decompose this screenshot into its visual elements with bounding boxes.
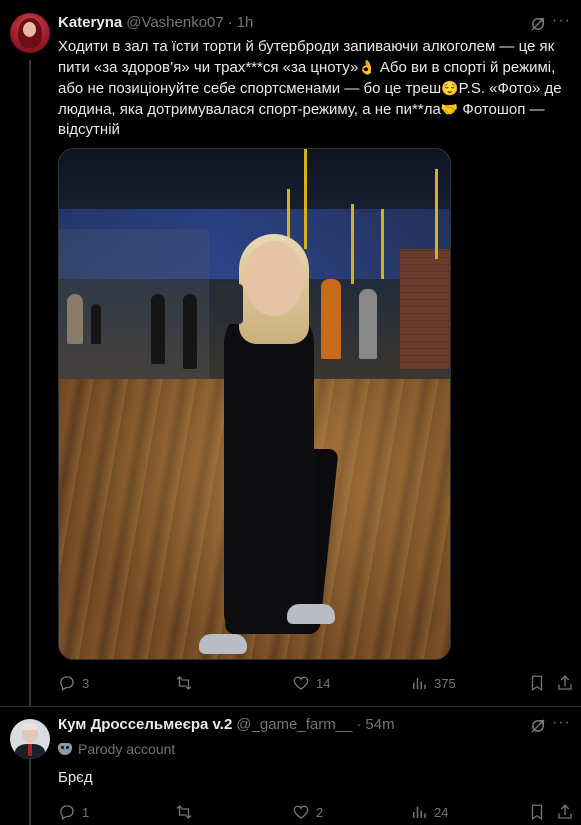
author-name[interactable]: Kateryna — [58, 14, 122, 31]
share-button[interactable] — [556, 674, 574, 692]
retweet-button[interactable] — [175, 803, 193, 821]
like-count: 14 — [316, 675, 331, 691]
tweet-text: Брєд — [58, 769, 93, 786]
author-handle[interactable]: @Vashenko07 — [126, 14, 224, 31]
parody-label: Parody account — [58, 741, 175, 757]
heart-icon — [293, 805, 309, 819]
share-icon — [558, 804, 572, 819]
more-options-button[interactable]: ··· — [552, 12, 571, 30]
timestamp[interactable]: 54m — [365, 716, 394, 733]
heart-icon — [293, 676, 309, 690]
separator-dot: · — [356, 716, 362, 733]
like-count: 2 — [316, 804, 324, 820]
views-icon — [413, 677, 426, 689]
tweet-header: Кум Дроссельмеєра v.2 @_game_farm__ · 54… — [58, 716, 395, 733]
views-count: 24 — [434, 804, 449, 820]
author-name[interactable]: Кум Дроссельмеєра v.2 — [58, 716, 232, 733]
reply-count: 3 — [82, 675, 90, 691]
views-button[interactable]: 24 — [410, 803, 448, 821]
share-icon — [558, 675, 572, 690]
bookmark-icon — [531, 675, 543, 692]
tweet[interactable]: Kateryna @Vashenko07 · 1h ··· Ходити в з… — [0, 0, 581, 706]
grok-icon[interactable] — [529, 15, 547, 33]
retweet-icon — [176, 676, 192, 690]
reply-button[interactable]: 3 — [58, 674, 89, 692]
reply-icon — [60, 805, 74, 820]
tweet-actions: 3 14 375 — [58, 673, 574, 693]
ok-hand-emoji: 👌 — [358, 59, 376, 75]
bookmark-icon — [531, 804, 543, 821]
thread-line — [29, 60, 31, 706]
views-icon — [413, 806, 426, 818]
tweet-photo[interactable] — [58, 148, 451, 660]
thread-line — [29, 756, 31, 825]
grok-icon[interactable] — [529, 717, 547, 735]
timestamp[interactable]: 1h — [237, 14, 254, 31]
avatar[interactable] — [10, 13, 50, 53]
share-button[interactable] — [556, 803, 574, 821]
reply-icon — [60, 676, 74, 691]
views-button[interactable]: 375 — [410, 674, 456, 692]
bookmark-button[interactable] — [528, 674, 546, 692]
mask-icon — [58, 743, 72, 755]
more-options-button[interactable]: ··· — [552, 714, 571, 732]
author-handle[interactable]: @_game_farm__ — [236, 716, 352, 733]
like-button[interactable]: 2 — [292, 803, 323, 821]
like-button[interactable]: 14 — [292, 674, 330, 692]
avatar[interactable] — [10, 719, 50, 759]
tweet-actions: 1 2 24 — [58, 802, 574, 822]
reply-tweet[interactable]: Кум Дроссельмеєра v.2 @_game_farm__ · 54… — [0, 706, 581, 825]
bookmark-button[interactable] — [528, 803, 546, 821]
views-count: 375 — [434, 675, 456, 691]
retweet-icon — [176, 805, 192, 819]
reply-count: 1 — [82, 804, 90, 820]
handshake-emoji: 🤝 — [440, 101, 459, 117]
tweet-text: Ходити в зал та їсти торти й бутерброди … — [58, 37, 568, 140]
tweet-header: Kateryna @Vashenko07 · 1h — [58, 14, 253, 31]
retweet-button[interactable] — [175, 674, 193, 692]
separator-dot: · — [227, 14, 233, 31]
parody-text: Parody account — [78, 741, 176, 757]
reply-button[interactable]: 1 — [58, 803, 89, 821]
relieved-face-emoji: 😌 — [441, 80, 459, 96]
